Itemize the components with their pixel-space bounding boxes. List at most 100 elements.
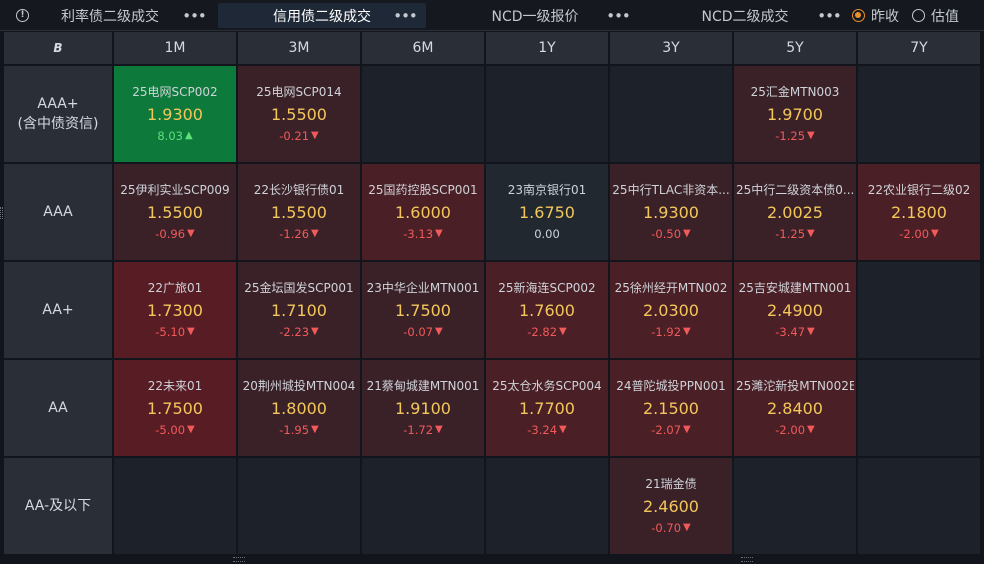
bond-name: 25太仓水务SCP004 [492,379,602,393]
bp-change: -1.92 ▼ [651,324,690,340]
bond-name: 25电网SCP014 [256,85,342,99]
bp-change: -1.26 ▼ [279,226,318,242]
bond-yield: 1.7300 [147,301,203,320]
bond-yield: 1.5500 [147,203,203,222]
tab-rate-bond[interactable]: 利率债二级成交 [40,3,180,28]
column-header-3m[interactable]: 3M [238,32,360,64]
bp-change-value: -1.26 [279,227,310,241]
bp-change: -1.72 ▼ [403,422,442,438]
empty-cell [362,458,484,554]
radio-label: 昨收 [871,8,899,25]
bp-change: -5.00 ▼ [155,422,194,438]
info-icon[interactable]: ! [16,9,29,22]
arrow-up-icon: ▲ [184,130,193,141]
bond-cell[interactable]: 25汇金MTN003 1.9700 -1.25 ▼ [734,66,856,162]
radio-valuation[interactable]: 估值 [912,3,959,28]
bond-cell[interactable]: 25徐州经开MTN002 2.0300 -1.92 ▼ [610,262,732,358]
bp-change: -2.07 ▼ [651,422,690,438]
bond-yield: 2.0300 [643,301,699,320]
more-dots-icon[interactable]: ••• [817,3,842,28]
bond-cell[interactable]: 20荆州城投MTN004 1.8000 -1.95 ▼ [238,360,360,456]
bond-cell[interactable]: 25太仓水务SCP004 1.7700 -3.24 ▼ [486,360,608,456]
bp-change-value: -3.13 [403,227,434,241]
row-label: AA+ [4,262,112,358]
bond-cell[interactable]: 23中华企业MTN001 1.7500 -0.07 ▼ [362,262,484,358]
radio-prev-close[interactable]: 昨收 [852,3,899,28]
bond-yield: 1.9300 [643,203,699,222]
column-header-7y[interactable]: 7Y [858,32,980,64]
empty-cell [858,66,980,162]
empty-cell [486,458,608,554]
column-header-3y[interactable]: 3Y [610,32,732,64]
bond-cell[interactable]: 25金坛国发SCP001 1.7100 -2.23 ▼ [238,262,360,358]
bond-yield: 1.7700 [519,399,575,418]
bp-change-value: -0.07 [403,325,434,339]
bond-cell[interactable]: 21瑞金债 2.4600 -0.70 ▼ [610,458,732,554]
bond-yield: 1.5500 [271,203,327,222]
bond-name: 22长沙银行债01 [253,183,345,197]
bond-name: 25金坛国发SCP001 [244,281,354,295]
bp-change-value: -0.21 [279,129,310,143]
arrow-down-icon: ▼ [435,228,443,239]
bond-cell[interactable]: 25伊利实业SCP009 1.5500 -0.96 ▼ [114,164,236,260]
bond-cell[interactable]: 25中行二级资本债0... 2.0025 -1.25 ▼ [734,164,856,260]
bond-cell[interactable]: 25电网SCP014 1.5500 -0.21 ▼ [238,66,360,162]
corner-header: B [4,32,112,64]
tab-label: 利率债二级成交 [61,8,159,25]
bond-yield: 1.7100 [271,301,327,320]
bond-cell[interactable]: 21蔡甸城建MTN001 1.9100 -1.72 ▼ [362,360,484,456]
tab-label: NCD二级成交 [701,8,789,25]
empty-cell [858,262,980,358]
bp-change-value: -2.23 [279,325,310,339]
bond-cell[interactable]: 25国药控股SCP001 1.6000 -3.13 ▼ [362,164,484,260]
radio-checked-icon [852,9,865,22]
column-header-1y[interactable]: 1Y [486,32,608,64]
more-dots-icon[interactable]: ••• [393,3,418,28]
bp-change: -0.21 ▼ [279,128,318,144]
bp-change: -3.13 ▼ [403,226,442,242]
bond-name: 24普陀城投PPN001 [616,379,726,393]
bp-change-value: -1.25 [775,129,806,143]
resize-handle-left[interactable] [0,207,3,219]
bp-change-value: 8.03 [157,129,183,143]
bp-change: -2.00 ▼ [775,422,814,438]
bond-yield: 1.9100 [395,399,451,418]
bond-cell[interactable]: 23南京银行01 1.6750 0.00 [486,164,608,260]
bond-name: 25电网SCP002 [132,85,218,99]
more-dots-icon[interactable]: ••• [606,3,631,28]
bond-cell[interactable]: 22未来01 1.7500 -5.00 ▼ [114,360,236,456]
bond-name: 21蔡甸城建MTN001 [366,379,480,393]
bond-name: 21瑞金债 [645,477,697,491]
empty-cell [486,66,608,162]
more-dots-icon[interactable]: ••• [182,3,207,28]
bond-yield: 1.7600 [519,301,575,320]
bp-change: -0.70 ▼ [651,520,690,536]
bp-change: -1.95 ▼ [279,422,318,438]
bp-change-value: -0.96 [155,227,186,241]
bp-change-value: -2.00 [899,227,930,241]
bond-cell[interactable]: 24普陀城投PPN001 2.1500 -2.07 ▼ [610,360,732,456]
arrow-down-icon: ▼ [311,326,319,337]
empty-cell [734,458,856,554]
arrow-down-icon: ▼ [311,424,319,435]
bond-cell[interactable]: 25电网SCP002 1.9300 8.03 ▲ [114,66,236,162]
tab-ncd-primary[interactable]: NCD一级报价 [470,3,600,28]
column-header-6m[interactable]: 6M [362,32,484,64]
tab-ncd-secondary[interactable]: NCD二级成交 [680,3,810,28]
bond-yield: 2.4600 [643,497,699,516]
bond-cell[interactable]: 22广旅01 1.7300 -5.10 ▼ [114,262,236,358]
resize-handle-bottom[interactable] [233,557,245,562]
column-header-1m[interactable]: 1M [114,32,236,64]
bond-cell[interactable]: 25新海连SCP002 1.7600 -2.82 ▼ [486,262,608,358]
bp-change-value: 0.00 [534,227,560,241]
resize-handle-bottom[interactable] [741,557,753,562]
column-header-5y[interactable]: 5Y [734,32,856,64]
bond-yield: 1.9300 [147,105,203,124]
bond-name: 20荆州城投MTN004 [242,379,356,393]
bond-cell[interactable]: 22长沙银行债01 1.5500 -1.26 ▼ [238,164,360,260]
bond-cell[interactable]: 22农业银行二级02 2.1800 -2.00 ▼ [858,164,980,260]
arrow-down-icon: ▼ [807,228,815,239]
bond-cell[interactable]: 25吉安城建MTN001 2.4900 -3.47 ▼ [734,262,856,358]
bond-cell[interactable]: 25濉沱新投MTN002E 2.8400 -2.00 ▼ [734,360,856,456]
bond-cell[interactable]: 25中行TLAC非资本... 1.9300 -0.50 ▼ [610,164,732,260]
